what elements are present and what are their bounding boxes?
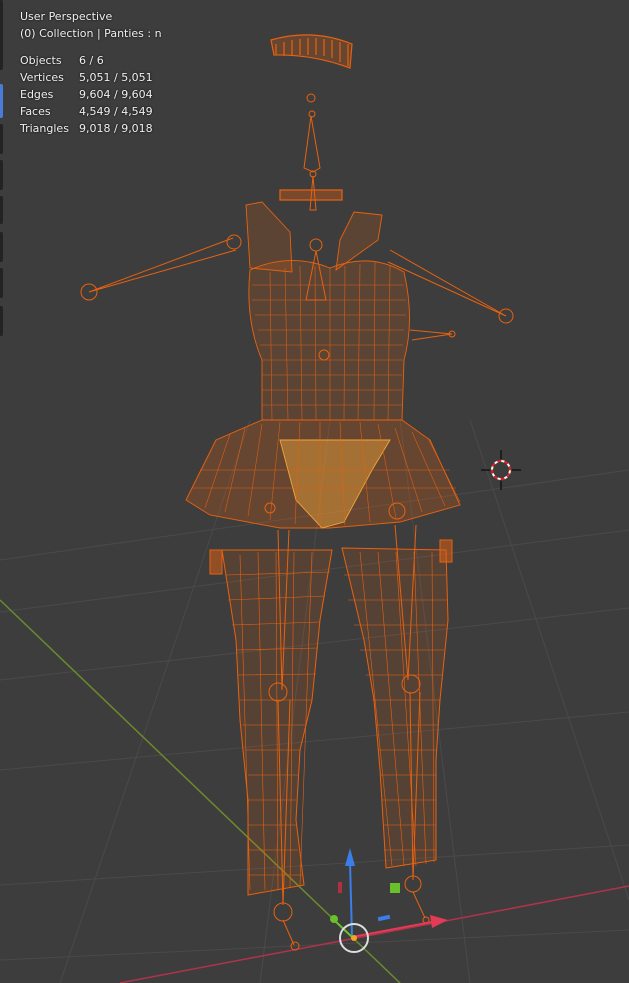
stat-row-vertices: Vertices 5,051 / 5,051 — [20, 69, 162, 86]
stat-label: Triangles — [20, 122, 69, 135]
stat-value: 6 / 6 — [79, 54, 104, 67]
stat-row-faces: Faces 4,549 / 4,549 — [20, 103, 162, 120]
viewport-canvas[interactable] — [0, 0, 629, 983]
toolbar-tab[interactable] — [0, 196, 3, 224]
3d-cursor-icon[interactable] — [481, 450, 521, 490]
viewport-overlay-text: User Perspective (0) Collection | Pantie… — [20, 8, 162, 137]
stat-label: Faces — [20, 105, 51, 118]
toolbar-tab-active[interactable] — [0, 84, 3, 118]
toolbar-tab[interactable] — [0, 0, 3, 70]
toolbar-tab[interactable] — [0, 124, 3, 154]
stat-value: 9,604 / 9,604 — [79, 88, 153, 101]
toolbar-tab[interactable] — [0, 268, 3, 298]
stat-row-edges: Edges 9,604 / 9,604 — [20, 86, 162, 103]
stat-row-triangles: Triangles 9,018 / 9,018 — [20, 120, 162, 137]
stat-label: Vertices — [20, 71, 64, 84]
stat-value: 5,051 / 5,051 — [79, 71, 153, 84]
stat-label: Objects — [20, 54, 62, 67]
left-toolbar[interactable] — [0, 0, 3, 983]
collection-line: (0) Collection | Panties : n — [20, 27, 162, 40]
dress-mesh[interactable] — [185, 201, 461, 529]
x-axis-line — [119, 885, 629, 983]
toolbar-tab[interactable] — [0, 232, 3, 262]
stat-row-objects: Objects 6 / 6 — [20, 52, 162, 69]
view-name: User Perspective — [20, 10, 113, 23]
stat-value: 9,018 / 9,018 — [79, 122, 153, 135]
toolbar-tab[interactable] — [0, 306, 3, 336]
toolbar-tab[interactable] — [0, 160, 3, 190]
3d-viewport[interactable]: User Perspective (0) Collection | Pantie… — [0, 0, 629, 983]
stat-value: 4,549 / 4,549 — [79, 105, 153, 118]
stat-label: Edges — [20, 88, 54, 101]
